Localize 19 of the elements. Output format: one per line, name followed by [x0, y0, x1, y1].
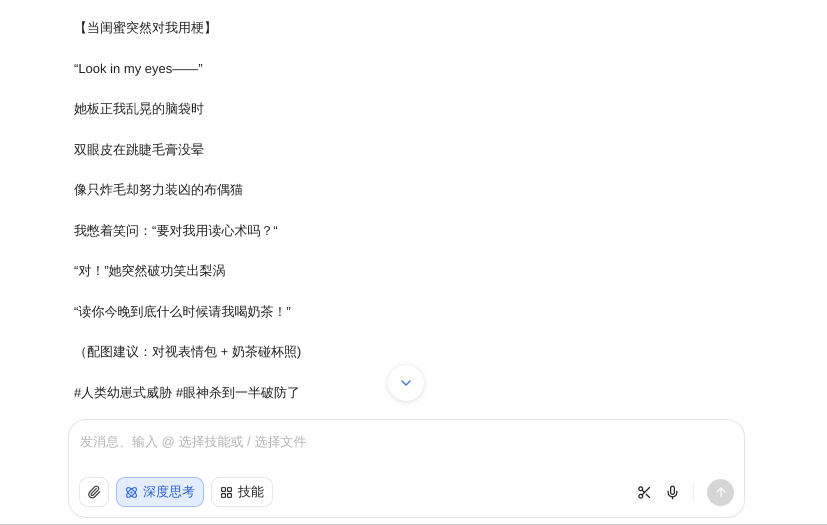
- message-line: “对！”她突然破功笑出梨涡: [74, 262, 226, 280]
- message-line: “Look in my eyes——”: [74, 60, 203, 78]
- message-line: 双眼皮在跳睫毛膏没晕: [74, 140, 204, 158]
- skills-button[interactable]: 技能: [211, 477, 273, 507]
- message-line: “读你今晚到底什么时候请我喝奶茶！”: [74, 302, 291, 320]
- deep-think-button[interactable]: 深度思考: [116, 477, 204, 507]
- paperclip-icon: [87, 485, 101, 499]
- attach-button[interactable]: [79, 477, 109, 507]
- message-input[interactable]: 发消息、输入 @ 选择技能或 / 选择文件: [80, 432, 735, 452]
- message-line: #人类幼崽式威胁 #眼神杀到一半破防了: [74, 384, 300, 402]
- message-line: 像只炸毛却努力装凶的布偶猫: [74, 181, 243, 199]
- message-line: 她板正我乱晃的脑袋时: [74, 100, 204, 118]
- message-line: （配图建议：对视表情包 + 奶茶碰杯照): [74, 343, 302, 361]
- scissors-icon[interactable]: [637, 484, 652, 500]
- microphone-icon[interactable]: [665, 484, 680, 500]
- grid-icon: [220, 486, 233, 498]
- atom-icon: [125, 486, 138, 498]
- message-line: 我憋着笑问：“要对我用读心术吗？“: [74, 222, 278, 240]
- message-line: 【当闺蜜突然对我用梗】: [74, 19, 217, 37]
